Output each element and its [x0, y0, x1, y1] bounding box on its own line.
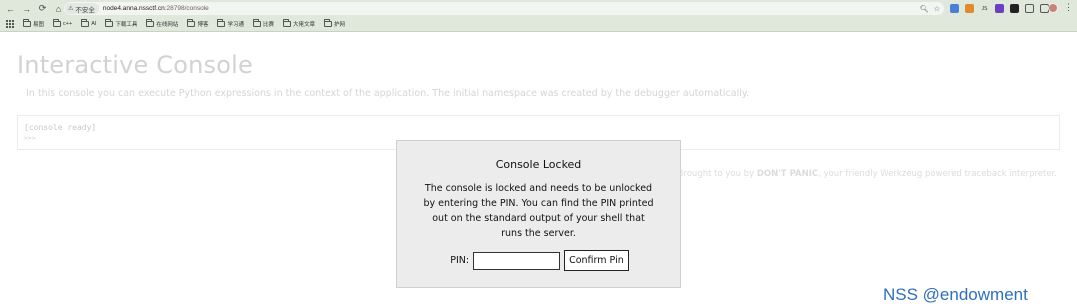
folder-icon — [217, 19, 226, 27]
bookmark-folder[interactable]: c++ — [53, 19, 73, 27]
intro-text: In this console you can execute Python e… — [26, 88, 750, 99]
bookmark-folder[interactable]: 下载工具 — [105, 19, 138, 28]
extension-icon[interactable] — [995, 4, 1004, 13]
bookmark-folder[interactable]: 护网 — [324, 19, 346, 28]
footer-prefix: Brought to you by — [677, 169, 757, 179]
folder-icon — [324, 19, 332, 27]
extension-icon[interactable] — [965, 4, 974, 13]
js-extension-icon[interactable]: JS — [980, 4, 989, 13]
folder-icon — [146, 19, 155, 27]
bookmark-folder[interactable]: 易图 — [23, 19, 45, 28]
url-host: node4.anna.nssctf.cn — [102, 5, 165, 12]
bookmark-folder[interactable]: 学习通 — [217, 19, 244, 28]
watermark: NSS @endowment — [883, 285, 1028, 304]
folder-icon — [53, 19, 62, 27]
bookmark-folder[interactable]: 比赛 — [252, 19, 274, 28]
dialog-message: The console is locked and needs to be un… — [423, 183, 654, 239]
bookmark-label: 在线网站 — [156, 22, 179, 28]
browser-toolbar: ← → ⟳ ⌂ ⚠ 不安全 node4.anna.nssctf.cn :2879… — [0, 0, 1077, 17]
url-path: :28798/console — [164, 5, 209, 12]
bookmarks-bar: 易图 c++ AI 下载工具 在线网站 博客 学习通 比赛 大佬文章 护网 — [0, 17, 1077, 32]
warning-icon: ⚠ — [68, 6, 74, 12]
address-bar[interactable]: ⚠ 不安全 node4.anna.nssctf.cn :28798/consol… — [64, 2, 944, 15]
puzzle-extensions-icon[interactable] — [1025, 4, 1034, 13]
folder-icon — [187, 19, 196, 27]
forward-icon[interactable]: → — [19, 1, 34, 16]
zoom-icon[interactable]: 🔍︎ — [920, 5, 929, 13]
pin-input[interactable] — [473, 251, 561, 270]
pin-form: PIN: Confirm Pin — [397, 250, 682, 271]
bookmark-label: 易图 — [33, 22, 45, 28]
folder-icon — [282, 19, 291, 27]
folder-icon — [23, 19, 31, 27]
apps-grid-icon[interactable] — [6, 19, 15, 29]
reload-icon[interactable]: ⟳ — [35, 1, 50, 16]
extension-icon[interactable] — [1010, 4, 1019, 13]
bookmark-label: 下载工具 — [115, 22, 138, 28]
profile-avatar[interactable] — [1048, 3, 1058, 13]
console-ready-text: [console ready] — [24, 123, 97, 132]
translate-extension-icon[interactable] — [950, 4, 959, 13]
bookmark-star-icon[interactable]: ☆ — [934, 5, 940, 13]
bookmark-folder[interactable]: 在线网站 — [146, 19, 179, 28]
folder-icon — [81, 19, 90, 27]
extensions-bar: JS — [950, 2, 1049, 15]
security-label: 不安全 — [75, 6, 95, 14]
bookmark-label: 比赛 — [262, 22, 274, 28]
console-locked-dialog: Console Locked The console is locked and… — [396, 140, 681, 288]
dialog-title: Console Locked — [495, 158, 582, 171]
folder-icon — [252, 19, 261, 27]
bookmark-folder[interactable]: AI — [81, 19, 97, 27]
bookmark-folder[interactable]: 大佬文章 — [282, 19, 315, 28]
bookmark-label: AI — [91, 21, 97, 27]
bookmark-label: 学习通 — [227, 22, 244, 28]
back-icon[interactable]: ← — [3, 1, 18, 16]
bookmark-label: 博客 — [197, 22, 209, 28]
confirm-pin-button[interactable]: Confirm Pin — [564, 250, 629, 271]
bookmark-label: c++ — [63, 21, 73, 27]
bookmark-folder[interactable]: 博客 — [187, 19, 209, 28]
footer-suffix: , your friendly Werkzeug powered traceba… — [818, 169, 1057, 179]
security-chip[interactable]: ⚠ 不安全 — [65, 3, 99, 14]
bookmark-label: 护网 — [334, 22, 346, 28]
browser-menu-icon[interactable]: ⋮ — [1064, 2, 1073, 13]
folder-icon — [105, 19, 114, 27]
pin-label: PIN: — [450, 255, 470, 266]
footer-bold: DON'T PANIC — [756, 169, 819, 179]
bookmark-label: 大佬文章 — [292, 22, 315, 28]
page-title: Interactive Console — [17, 51, 253, 79]
footer-note: Brought to you by DON'T PANIC, your frie… — [678, 169, 1057, 179]
